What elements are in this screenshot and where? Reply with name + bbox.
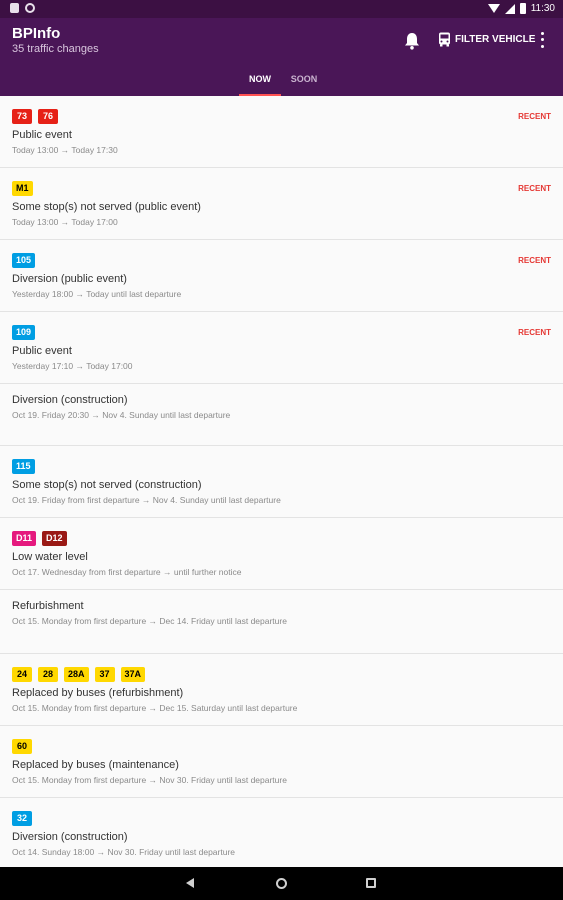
route-badge: 37A <box>120 667 146 682</box>
traffic-change-row[interactable]: 73 76 Public event Today 13:00 → Today 17:3… <box>0 96 563 168</box>
route-badges: 105 <box>12 253 36 268</box>
more-options-icon[interactable] <box>534 30 550 50</box>
battery-icon <box>519 3 526 14</box>
traffic-change-row[interactable]: Diversion (construction) Oct 19. Friday 2… <box>0 384 563 446</box>
route-badge: 32 <box>12 811 32 826</box>
route-badge: 105 <box>12 253 36 268</box>
row-title: Some stop(s) not served (public event) <box>12 201 201 213</box>
recent-label: RECENT <box>518 184 551 193</box>
row-title: Replaced by buses (refurbishment) <box>12 687 184 699</box>
row-time-range: Today 13:00 → Today 17:00 <box>12 217 118 227</box>
route-badge: D12 <box>42 531 67 546</box>
row-time-range: Yesterday 18:00 → Today until last depar… <box>12 289 182 299</box>
bus-icon <box>439 32 450 47</box>
route-badges: 60 <box>12 739 32 754</box>
route-badges: D11 D12 <box>12 531 67 546</box>
traffic-change-row[interactable]: 24 28 28A 37 37A Replaced by buses (refurbish… <box>0 654 563 726</box>
traffic-change-row[interactable]: 60 Replaced by buses (maintenance) Oct 15.… <box>0 726 563 798</box>
traffic-change-row[interactable]: D11 D12 Low water level Oct 17. Wednesday f… <box>0 518 563 590</box>
traffic-change-row[interactable]: 115 Some stop(s) not served (construction… <box>0 446 563 518</box>
route-badges: 24 28 28A 37 37A <box>12 667 146 682</box>
traffic-change-row[interactable]: 32 Diversion (construction) Oct 14. Sunday… <box>0 798 563 867</box>
route-badges: 109 <box>12 325 36 340</box>
route-badge: 28A <box>64 667 89 682</box>
route-badge: 24 <box>12 667 32 682</box>
route-badge: 76 <box>38 109 58 124</box>
tab-bar: NOW SOON <box>0 70 563 96</box>
row-time-range: Today 13:00 → Today 17:30 <box>12 145 118 155</box>
app-bar: BPInfo 35 traffic changes FILTER VEHICLE… <box>0 18 563 96</box>
route-badges: M1 <box>12 181 33 196</box>
row-time-range: Oct 14. Sunday 18:00 → Nov 30. Friday un… <box>12 847 236 857</box>
traffic-change-list: 73 76 Public event Today 13:00 → Today 17:3… <box>0 96 563 867</box>
route-badge: 109 <box>12 325 36 340</box>
route-badges: 32 <box>12 811 32 826</box>
notification-icons <box>10 3 35 13</box>
row-time-range: Oct 15. Monday from first departure → No… <box>12 775 287 785</box>
tab-soon[interactable]: SOON <box>283 74 325 96</box>
recent-label: RECENT <box>518 328 551 337</box>
traffic-change-row[interactable]: 105 Diversion (public event) Yesterday 18:… <box>0 240 563 312</box>
clock: 11:30 <box>530 3 555 14</box>
sync-icon <box>25 3 35 13</box>
traffic-change-row[interactable]: 109 Public event Yesterday 17:10 → Today 1… <box>0 312 563 384</box>
row-title: Diversion (construction) <box>12 394 128 406</box>
system-icons: 11:30 <box>487 3 555 14</box>
traffic-change-row[interactable]: Refurbishment Oct 15. Monday from first d… <box>0 590 563 654</box>
status-bar: 11:30 <box>0 0 563 18</box>
row-time-range: Oct 19. Friday from first departure → No… <box>12 495 281 505</box>
wifi-icon <box>487 4 500 13</box>
row-time-range: Yesterday 17:10 → Today 17:00 <box>12 361 133 371</box>
app-title: BPInfo <box>12 25 61 42</box>
navigation-bar <box>0 867 563 900</box>
row-title: Public event <box>12 129 72 141</box>
route-badge: 37 <box>94 667 115 682</box>
row-title: Some stop(s) not served (construction) <box>12 479 202 491</box>
back-icon[interactable] <box>186 878 194 888</box>
row-title: Diversion (public event) <box>12 273 127 285</box>
row-title: Diversion (construction) <box>12 831 128 843</box>
route-badges: 115 <box>12 459 35 474</box>
row-title: Replaced by buses (maintenance) <box>12 759 179 771</box>
home-icon[interactable] <box>276 878 287 889</box>
tab-now[interactable]: NOW <box>239 74 281 96</box>
route-badge: 115 <box>12 459 35 474</box>
filter-vehicle-label: FILTER VEHICLE <box>455 34 536 45</box>
route-badge: 73 <box>12 109 32 124</box>
filter-vehicle-button[interactable]: FILTER VEHICLE <box>438 32 535 47</box>
row-time-range: Oct 15. Monday from first departure → De… <box>12 703 298 713</box>
row-title: Public event <box>12 345 72 357</box>
route-badge: 28 <box>38 667 58 682</box>
route-badge: D11 <box>12 531 37 546</box>
row-title: Low water level <box>12 551 88 563</box>
app-subtitle: 35 traffic changes <box>12 43 99 55</box>
route-badge: 60 <box>12 739 32 754</box>
row-time-range: Oct 15. Monday from first departure → De… <box>12 616 287 626</box>
route-badges: 73 76 <box>12 109 58 124</box>
row-time-range: Oct 17. Wednesday from first departure →… <box>12 567 242 577</box>
notification-icon <box>10 3 19 13</box>
traffic-change-row[interactable]: M1 Some stop(s) not served (public event)… <box>0 168 563 240</box>
signal-icon <box>504 3 515 14</box>
recent-label: RECENT <box>518 112 551 121</box>
recents-icon[interactable] <box>366 878 376 888</box>
route-badge: M1 <box>12 181 33 196</box>
recent-label: RECENT <box>518 256 551 265</box>
bell-icon[interactable] <box>404 32 420 50</box>
row-title: Refurbishment <box>12 600 84 612</box>
row-time-range: Oct 19. Friday 20:30 → Nov 4. Sunday unt… <box>12 410 231 420</box>
